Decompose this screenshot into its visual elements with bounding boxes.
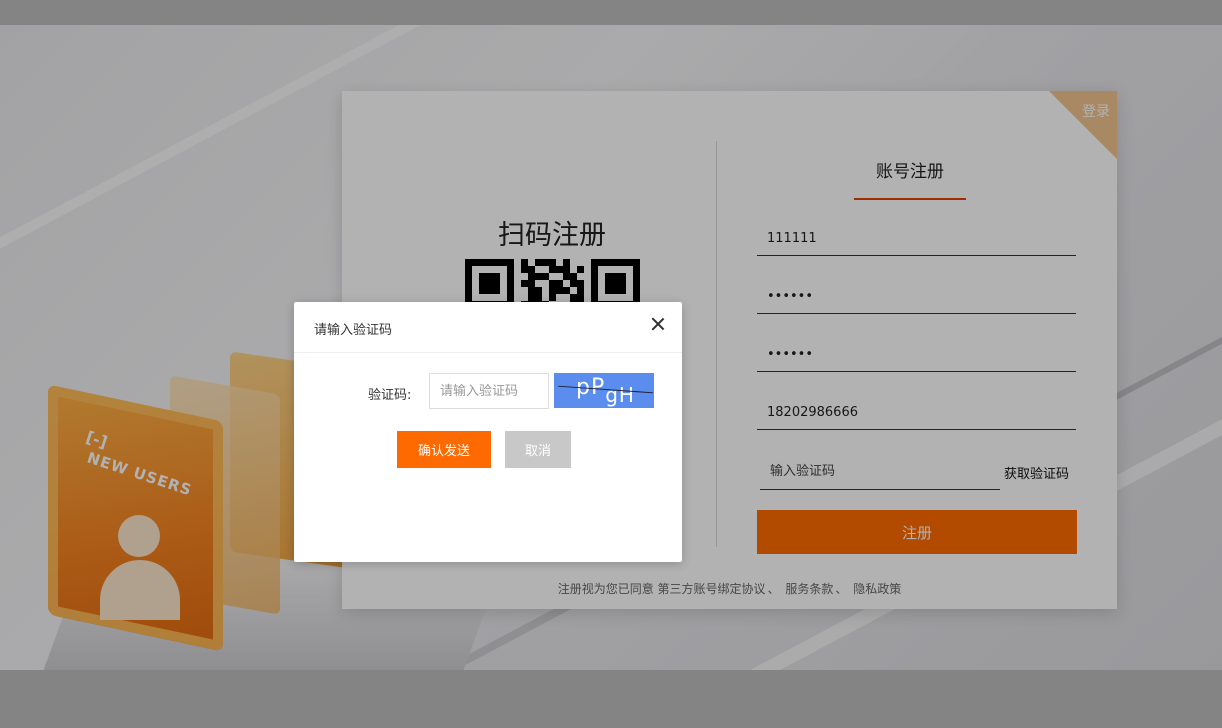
modal-header: 请输入验证码 [294,302,682,353]
captcha-label: 验证码: [368,388,412,403]
cancel-button[interactable]: 取消 [505,431,571,468]
confirm-send-button[interactable]: 确认发送 [397,431,491,468]
captcha-input[interactable] [429,373,549,409]
captcha-image[interactable]: pPgH [554,373,654,408]
captcha-modal: 请输入验证码 验证码: pPgH 确认发送 取消 [294,302,682,562]
close-icon[interactable] [648,314,668,334]
modal-title: 请输入验证码 [314,323,393,338]
